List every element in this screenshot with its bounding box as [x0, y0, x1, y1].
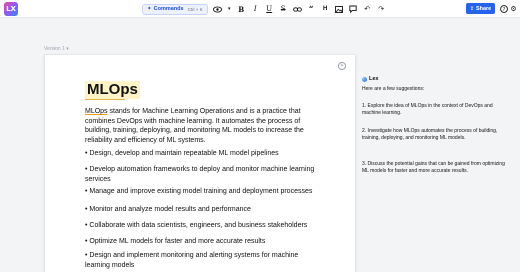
chevron-down-icon: ▾ [66, 46, 69, 52]
heading-button[interactable]: H [321, 4, 330, 15]
list-item[interactable]: • Manage and improve existing model trai… [85, 187, 321, 197]
strikethrough-button[interactable]: S [279, 4, 288, 15]
list-item[interactable]: • Design, develop and maintain repeatabl… [85, 149, 321, 159]
commands-label: Commands [153, 6, 184, 12]
image-icon[interactable] [335, 4, 344, 15]
comment-icon[interactable] [349, 4, 358, 15]
ai-toggle-icon[interactable]: ✧ [338, 62, 346, 70]
suggestion-item[interactable]: 3. Discuss the potential gains that can … [362, 161, 512, 175]
title-underline [85, 99, 125, 100]
list-item[interactable]: • Monitor and analyze model results and … [85, 205, 321, 215]
assistant-intro: Here are a few suggestions: [362, 86, 425, 92]
document-page[interactable]: ✧ MLOps MLOps stands for Machine Learnin… [44, 54, 356, 272]
page-title[interactable]: MLOps [85, 81, 140, 99]
gear-icon[interactable]: ⚙ [508, 3, 519, 14]
version-label: Version 1 [44, 46, 65, 52]
link-icon[interactable] [292, 4, 302, 15]
sparkle-icon: ✦ [147, 6, 152, 12]
commands-shortcut: Ctrl + K [187, 6, 203, 12]
assistant-header: Lex [362, 76, 378, 82]
intro-text: stands for Machine Learning Operations a… [85, 108, 304, 145]
underline-button[interactable]: U [265, 4, 274, 15]
lex-avatar-icon [362, 76, 367, 82]
list-item[interactable]: • Optimize ML models for faster and more… [85, 237, 321, 247]
share-icon: ⇪ [469, 5, 474, 12]
redo-icon[interactable]: ↷ [377, 4, 386, 15]
share-button[interactable]: ⇪ Share [466, 3, 495, 14]
intro-term: MLOps [85, 108, 108, 115]
quote-button[interactable]: “ [307, 4, 316, 15]
list-item[interactable]: • Design and implement monitoring and al… [85, 251, 321, 270]
list-item[interactable]: • Develop automation frameworks to deplo… [85, 165, 321, 184]
italic-button[interactable]: I [251, 4, 260, 15]
chevron-down-icon[interactable]: ▾ [227, 4, 232, 15]
list-item[interactable]: • Collaborate with data scientists, engi… [85, 221, 321, 231]
eye-icon[interactable] [212, 4, 222, 15]
top-bar: LX ✦ Commands Ctrl + K ▾ B I U S “ H ↶ ↷… [0, 0, 520, 18]
assistant-name: Lex [369, 76, 379, 82]
svg-text:?: ? [502, 6, 505, 12]
version-selector[interactable]: Version 1 ▾ [44, 46, 69, 52]
suggestion-item[interactable]: 2. Investigate how MLOps automates the p… [362, 128, 512, 142]
share-label: Share [475, 5, 492, 12]
commands-button[interactable]: ✦ Commands Ctrl + K [142, 3, 208, 15]
app-logo[interactable]: LX [4, 2, 18, 16]
undo-icon[interactable]: ↶ [363, 4, 372, 15]
intro-paragraph[interactable]: MLOps stands for Machine Learning Operat… [85, 107, 317, 146]
format-toolbar: ✦ Commands Ctrl + K ▾ B I U S “ H ↶ ↷ [142, 3, 386, 15]
bold-button[interactable]: B [237, 4, 246, 15]
suggestion-item[interactable]: 1. Explore the idea of MLOps in the cont… [362, 103, 512, 117]
